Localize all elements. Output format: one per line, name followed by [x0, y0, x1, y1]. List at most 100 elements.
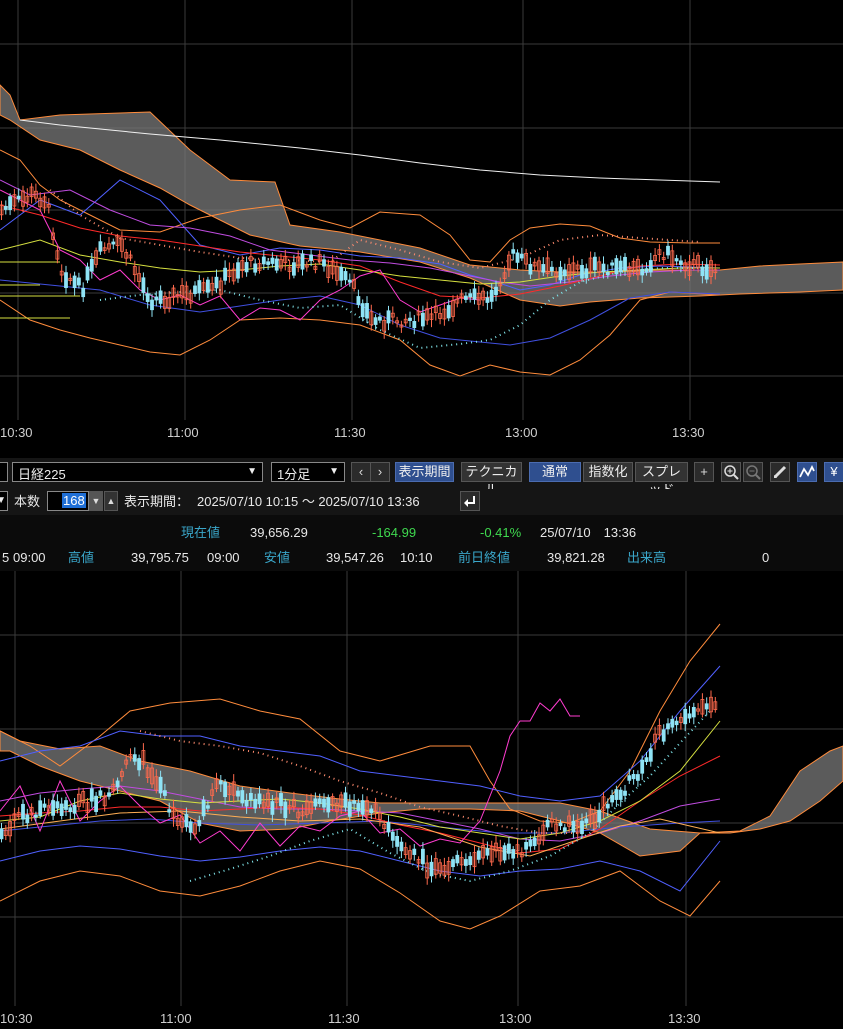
chart-line-icon	[799, 464, 815, 478]
interval-select[interactable]: 1分足 ▼	[271, 462, 345, 482]
candle-body	[485, 848, 490, 856]
candle-body	[601, 263, 606, 273]
toolbar-left-edge[interactable]	[0, 462, 8, 482]
time-label-1130-top: 11:30	[334, 425, 366, 440]
chevron-right-icon: ›	[377, 464, 383, 479]
low-time: 10:10	[400, 550, 433, 565]
candle-body	[240, 790, 245, 804]
zoom-in-icon	[724, 465, 739, 480]
candle-body	[584, 268, 589, 279]
candle-body	[640, 268, 645, 276]
candle-body	[597, 809, 602, 823]
count-label: 本数	[14, 494, 41, 509]
candle-body	[644, 757, 649, 763]
candle-body	[468, 856, 473, 866]
price-chart-top[interactable]: 10:30 11:00 11:30 13:00 13:30	[0, 0, 843, 450]
time-label-1330-bottom: 13:30	[668, 1011, 701, 1026]
zoom-out-button[interactable]	[743, 462, 763, 482]
current-price-label: 現在値	[181, 525, 221, 540]
candle-body	[94, 795, 98, 812]
period-row: ▼ 本数 168 ▼ ▲ 表示期間： 2025/07/10 10:15 ～ 20…	[0, 489, 843, 515]
count-input[interactable]: 168	[47, 491, 89, 511]
candle-body	[248, 792, 253, 801]
symbol-value: 日経225	[18, 467, 66, 482]
low-label: 安値	[264, 550, 291, 565]
candle-body	[89, 258, 94, 272]
candle-body	[463, 295, 468, 300]
candle-body	[644, 268, 649, 273]
candle-body	[674, 720, 679, 726]
candle-body	[322, 259, 326, 267]
next-button[interactable]: ›	[370, 462, 390, 482]
prev-button[interactable]: ‹	[351, 462, 371, 482]
candle-body	[463, 859, 468, 866]
candle-body	[317, 798, 322, 805]
technical-button[interactable]: テクニカル	[461, 462, 522, 497]
chart-type-button[interactable]	[797, 462, 817, 482]
candle-body	[502, 845, 507, 861]
grid-top	[0, 0, 843, 420]
triangle-up-icon: ▲	[106, 496, 116, 506]
triangle-down-icon: ▼	[91, 496, 101, 506]
period-button[interactable]: 表示期間	[395, 462, 454, 482]
candle-body	[485, 297, 490, 303]
candle-body	[3, 205, 8, 210]
candle-body	[489, 289, 494, 302]
candle-body	[683, 708, 688, 725]
candle-body	[236, 790, 240, 797]
candle-body	[545, 819, 550, 828]
add-button[interactable]: +	[694, 462, 714, 482]
candle-body	[72, 804, 77, 814]
reset-period-button[interactable]	[460, 491, 480, 511]
open-value-fragment: 5	[2, 550, 10, 565]
candle-body	[68, 807, 73, 813]
candle-body	[369, 808, 374, 814]
candle-body	[365, 303, 369, 319]
candle-body	[455, 854, 460, 864]
candle-body	[197, 280, 202, 294]
candle-body	[205, 805, 210, 809]
candle-body	[326, 797, 331, 813]
change-percent: -0.41%	[480, 525, 522, 540]
candle-body	[472, 288, 477, 300]
price-chart-bottom[interactable]: 10:30 11:00 11:30 13:00 13:30	[0, 571, 843, 1029]
symbol-select[interactable]: 日経225 ▼	[12, 462, 263, 482]
row-left-dropdown[interactable]: ▼	[0, 491, 8, 511]
count-value: 168	[62, 493, 86, 508]
candle-body	[360, 800, 365, 815]
zoom-out-icon	[746, 465, 761, 480]
currency-button[interactable]: ¥	[824, 462, 843, 482]
candle-body	[541, 264, 546, 273]
candle-body	[34, 814, 38, 818]
candle-body	[115, 780, 120, 788]
mode-index-tab[interactable]: 指数化	[583, 462, 633, 482]
candle-body	[631, 774, 636, 780]
mode-normal-tab[interactable]: 通常	[529, 462, 581, 482]
candle-body	[356, 802, 361, 812]
draw-button[interactable]	[770, 462, 790, 482]
candle-body	[309, 254, 314, 261]
candle-body	[236, 262, 240, 279]
low-value: 39,547.26	[326, 550, 384, 565]
zoom-in-button[interactable]	[721, 462, 741, 482]
bollinger-lower-bottom	[0, 860, 721, 930]
candle-body	[205, 279, 210, 293]
candle-body	[674, 258, 679, 262]
candle-body	[420, 312, 425, 327]
mode-spread-tab[interactable]: スプレッド	[635, 462, 688, 497]
candle-body	[524, 841, 528, 850]
count-down-button[interactable]: ▼	[89, 491, 103, 511]
open-time: 09:00	[13, 550, 46, 565]
candle-body	[59, 803, 64, 817]
candle-body	[218, 780, 223, 785]
candle-body	[261, 256, 266, 265]
period-label: 表示期間：	[124, 494, 190, 509]
time-label-1100-bottom: 11:00	[160, 1011, 192, 1026]
candle-body	[253, 798, 258, 809]
candle-body	[386, 822, 391, 833]
candle-body	[468, 293, 473, 298]
candle-body	[283, 801, 288, 819]
count-up-button[interactable]: ▲	[104, 491, 118, 511]
candle-body	[562, 269, 567, 277]
ma-blue-lower-bottom	[0, 840, 721, 892]
